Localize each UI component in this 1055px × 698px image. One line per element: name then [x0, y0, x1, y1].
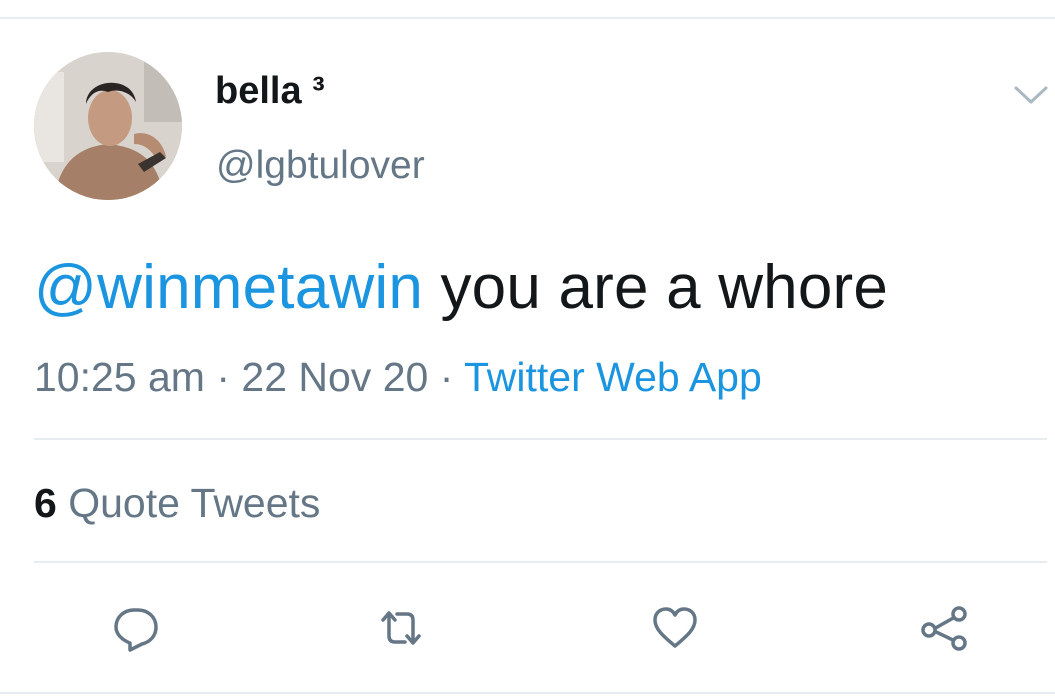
like-icon: [653, 607, 697, 648]
tweet-time[interactable]: 10:25 am: [34, 354, 205, 400]
share-icon: [921, 606, 967, 651]
bottom-divider: [0, 692, 1055, 694]
divider: [34, 561, 1047, 563]
tweet-source-link[interactable]: Twitter Web App: [464, 354, 762, 400]
like-button[interactable]: [647, 600, 703, 656]
retweet-button[interactable]: [373, 600, 429, 656]
reply-button[interactable]: [108, 600, 164, 656]
chevron-down-icon[interactable]: [1013, 84, 1049, 106]
tweet-meta: 10:25 am · 22 Nov 20 · Twitter Web App: [34, 354, 762, 401]
retweet-icon: [381, 611, 421, 645]
quote-tweets-link[interactable]: 6 Quote Tweets: [34, 480, 320, 527]
tweet-text: @winmetawin you are a whore: [34, 252, 888, 323]
display-name[interactable]: bella ³: [215, 70, 325, 113]
reply-icon: [114, 608, 158, 652]
tweet-body: you are a whore: [423, 253, 889, 322]
user-handle[interactable]: @lgbtulover: [216, 144, 425, 188]
divider: [34, 438, 1047, 440]
tweet-date[interactable]: 22 Nov 20: [241, 354, 428, 400]
mention-link[interactable]: @winmetawin: [34, 253, 423, 322]
top-divider: [0, 17, 1055, 19]
share-button[interactable]: [916, 600, 972, 656]
quote-count: 6: [34, 480, 57, 526]
meta-separator: ·: [204, 354, 242, 400]
avatar-photo: [34, 52, 182, 200]
avatar[interactable]: [34, 52, 182, 200]
quote-label: Quote Tweets: [56, 480, 321, 526]
meta-separator: ·: [428, 354, 464, 400]
